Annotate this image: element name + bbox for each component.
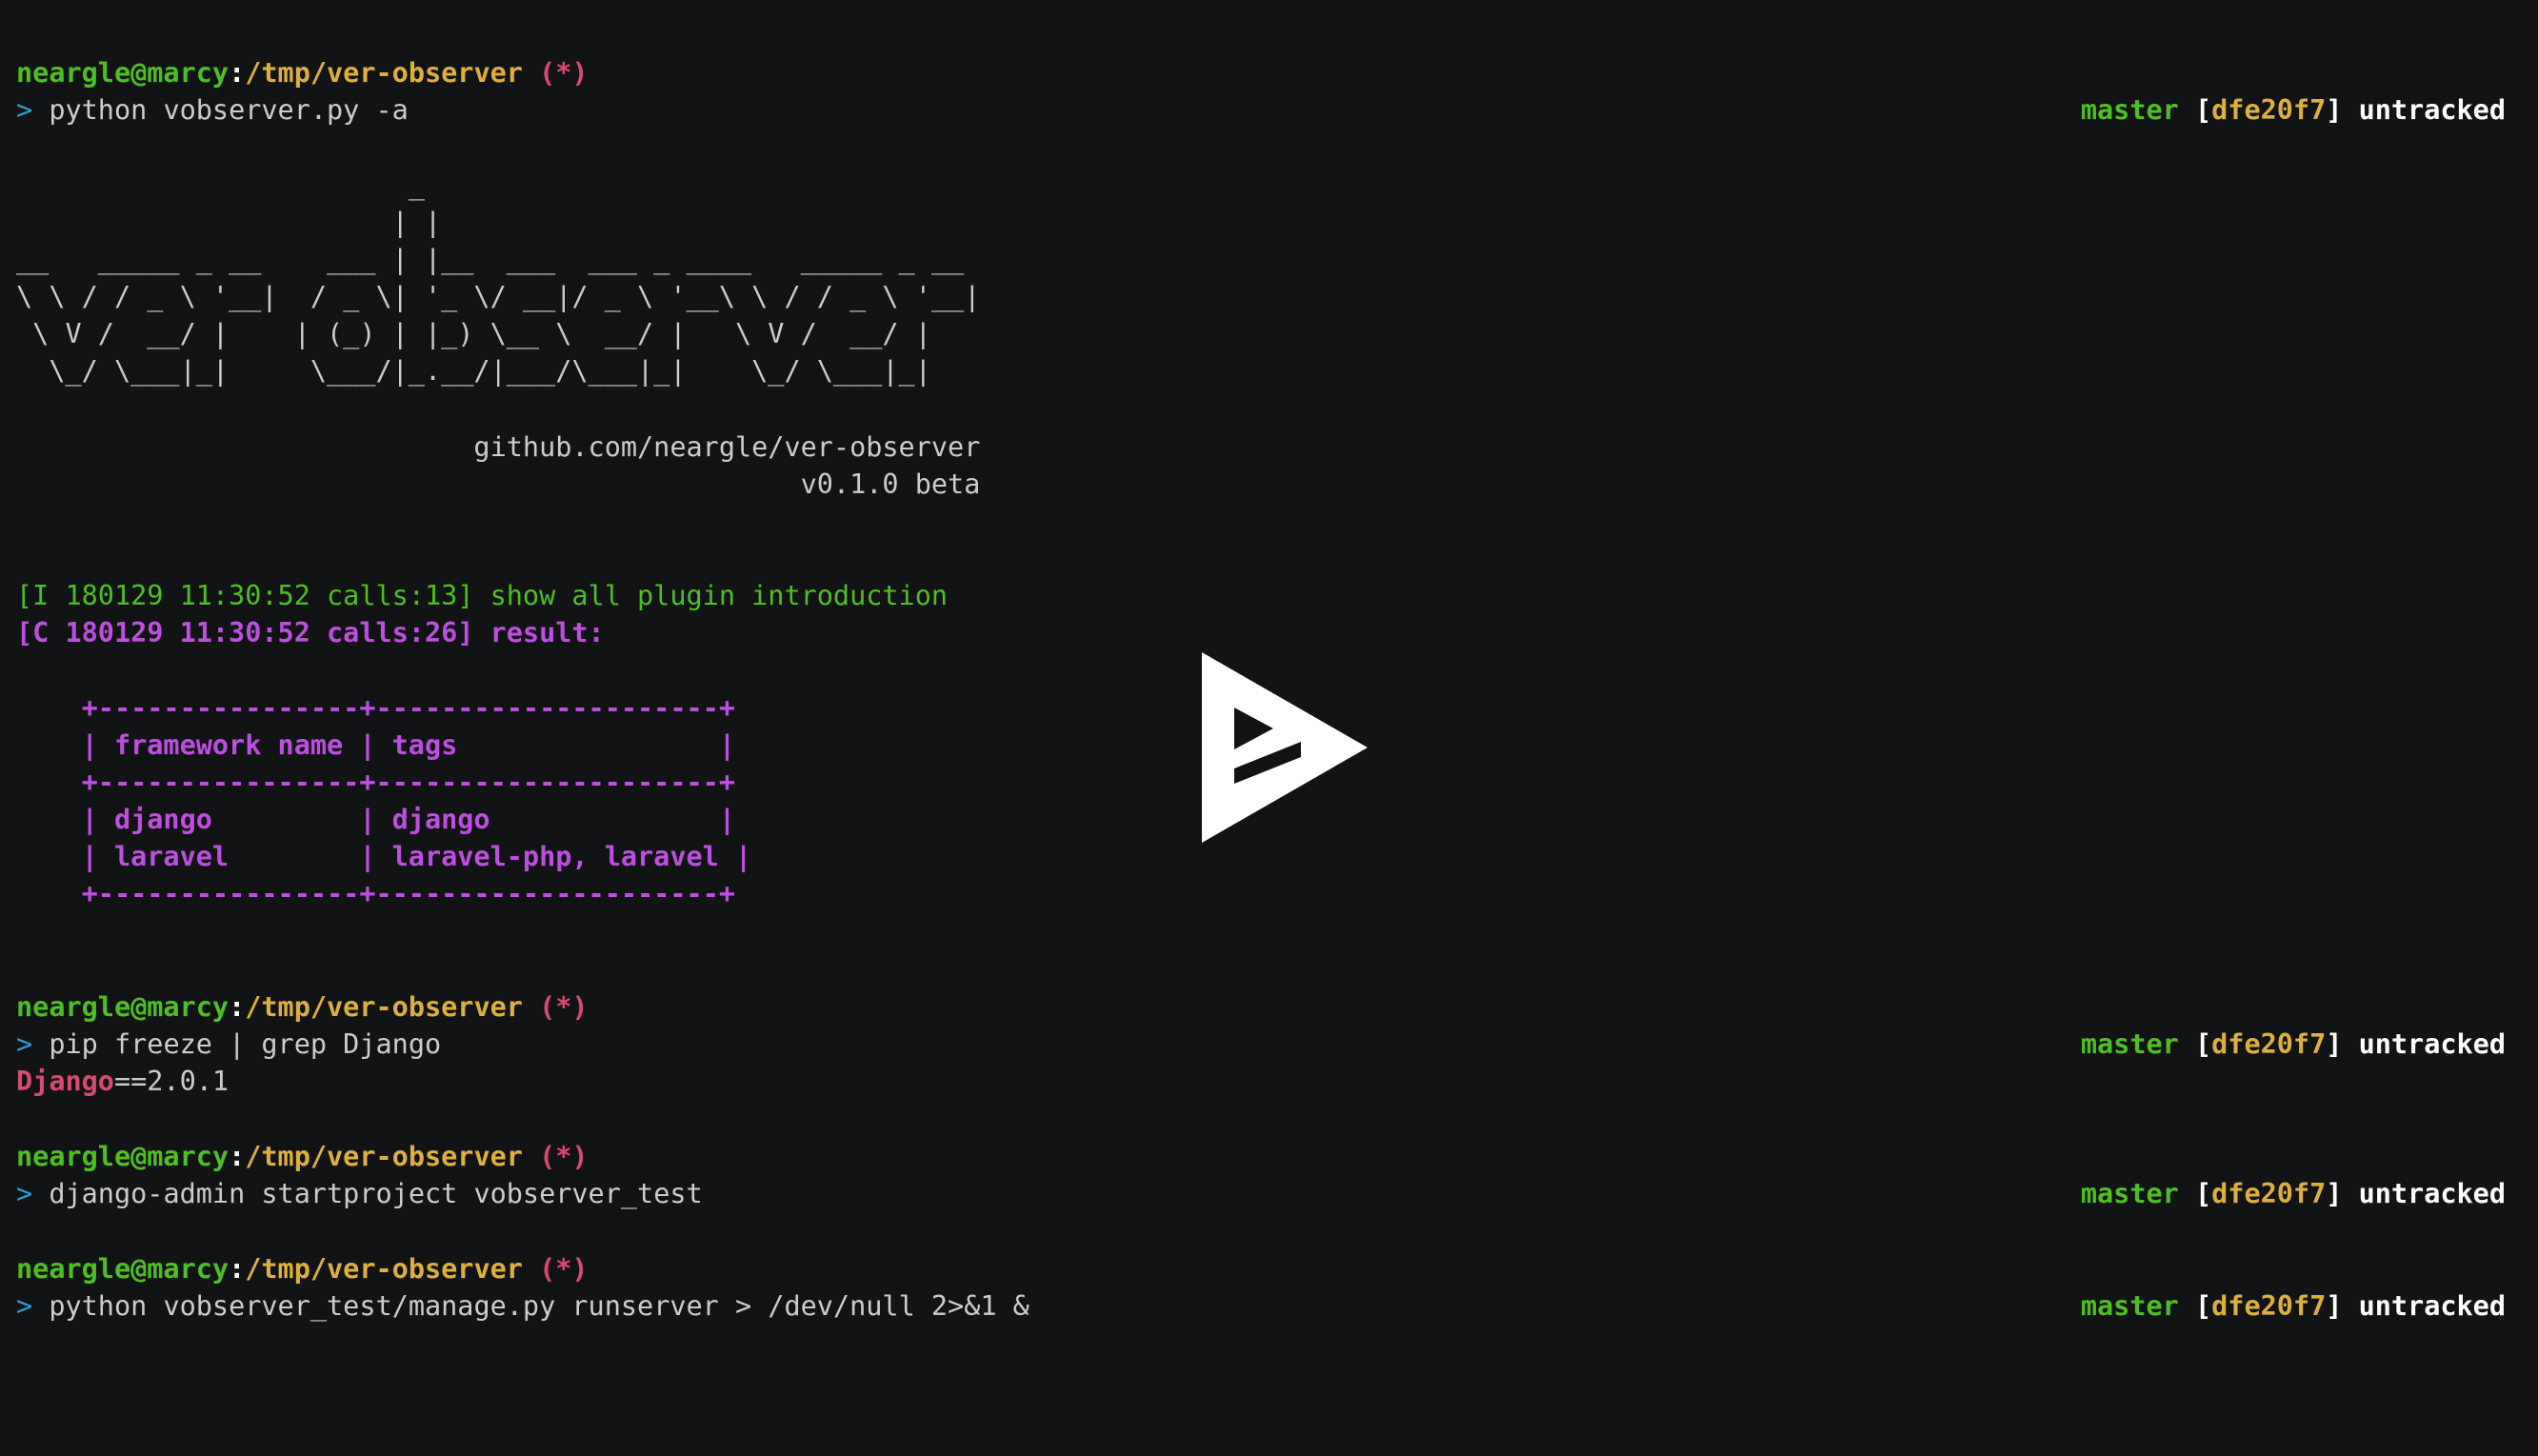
banner-line: \_/ \___|_| \___/|_.__/|___/\___|_| \_/ … xyxy=(16,355,931,387)
git-branch: master xyxy=(2080,1178,2179,1209)
git-status: master [dfe20f7] untracked xyxy=(2080,94,2506,126)
prompt-separator: : xyxy=(229,1141,246,1172)
command-text: django-admin startproject vobserver_test xyxy=(32,1178,703,1209)
prompt-user-host: neargle@marcy xyxy=(16,1141,230,1172)
prompt-user-host: neargle@marcy xyxy=(16,1253,230,1285)
command-line: > python vobserver.py -a master [dfe20f7]… xyxy=(16,91,2506,129)
prompt-path: /tmp/ver-observer xyxy=(245,991,523,1023)
git-branch: master xyxy=(2080,94,2179,126)
terminal-screen[interactable]: neargle@marcy:/tmp/ver-observer (*) > py… xyxy=(0,0,2538,1456)
prompt-separator: : xyxy=(229,991,246,1023)
prompt-arrow: > xyxy=(16,1028,33,1060)
banner-url: github.com/neargle/ver-observer xyxy=(16,431,981,463)
command-text: python vobserver_test/manage.py runserve… xyxy=(32,1290,1029,1322)
prompt-status: (*) xyxy=(522,57,589,89)
prompt-arrow: > xyxy=(16,94,33,126)
prompt-arrow: > xyxy=(16,1290,33,1322)
git-branch: master xyxy=(2080,1290,2179,1322)
prompt-path: /tmp/ver-observer xyxy=(245,1253,523,1285)
package-version: ==2.0.1 xyxy=(113,1066,230,1097)
prompt-path: /tmp/ver-observer xyxy=(245,57,523,89)
git-hash: dfe20f7 xyxy=(2211,1178,2327,1209)
banner-version: v0.1.0 beta xyxy=(16,469,981,500)
git-branch: master xyxy=(2080,1028,2179,1060)
banner-line: __ _____ _ __ ___ | |__ ___ ___ _ ____ _… xyxy=(16,244,965,275)
git-status: master [dfe20f7] untracked xyxy=(2080,1290,2506,1322)
prompt-status: (*) xyxy=(522,1141,589,1172)
git-status: master [dfe20f7] untracked xyxy=(2080,1178,2506,1209)
banner-line: | | xyxy=(16,207,442,238)
prompt-arrow: > xyxy=(16,1178,33,1209)
prompt-separator: : xyxy=(229,57,246,89)
banner-line: \ V / __/ | | (_) | |_) \__ \ __/ | \ V … xyxy=(16,318,931,349)
banner-line: _ xyxy=(16,170,425,201)
prompt-user-host: neargle@marcy xyxy=(16,991,230,1023)
banner-line: \ \ / / _ \ '__| / _ \| '_ \/ __|/ _ \ '… xyxy=(16,281,981,312)
prompt-status: (*) xyxy=(522,1253,589,1285)
prompt-line: neargle@marcy:/tmp/ver-observer (*) xyxy=(16,1250,2506,1287)
git-state: untracked xyxy=(2342,1028,2506,1060)
git-state: untracked xyxy=(2342,1178,2506,1209)
command-output: Django==2.0.1 xyxy=(16,1063,2506,1100)
prompt-user-host: neargle@marcy xyxy=(16,57,230,89)
play-triangle xyxy=(1202,652,1368,843)
command-line: > pip freeze | grep Django master [dfe20f… xyxy=(16,1026,2506,1063)
prompt-line: neargle@marcy:/tmp/ver-observer (*) xyxy=(16,54,2506,91)
package-name: Django xyxy=(16,1066,114,1097)
table-row: | laravel | laravel-php, laravel | xyxy=(16,841,752,872)
prompt-line: neargle@marcy:/tmp/ver-observer (*) xyxy=(16,988,2506,1026)
asciinema-play-icon[interactable] xyxy=(1202,652,1368,843)
git-hash: dfe20f7 xyxy=(2211,1290,2327,1322)
table-border: +----------------+---------------------+ xyxy=(16,878,735,909)
command-text: pip freeze | grep Django xyxy=(32,1028,442,1060)
prompt-line: neargle@marcy:/tmp/ver-observer (*) xyxy=(16,1138,2506,1175)
prompt-path: /tmp/ver-observer xyxy=(245,1141,523,1172)
prompt-status: (*) xyxy=(522,991,589,1023)
git-hash: dfe20f7 xyxy=(2211,94,2327,126)
command-line: > django-admin startproject vobserver_te… xyxy=(16,1175,2506,1212)
log-critical-line: [C 180129 11:30:52 calls:26] result: xyxy=(16,617,605,648)
git-state: untracked xyxy=(2342,1290,2506,1322)
git-status: master [dfe20f7] untracked xyxy=(2080,1028,2506,1060)
command-text: python vobserver.py -a xyxy=(32,94,409,126)
git-hash: dfe20f7 xyxy=(2211,1028,2327,1060)
command-line: > python vobserver_test/manage.py runser… xyxy=(16,1287,2506,1325)
prompt-separator: : xyxy=(229,1253,246,1285)
git-state: untracked xyxy=(2342,94,2506,126)
log-info-line: [I 180129 11:30:52 calls:13] show all pl… xyxy=(16,580,949,611)
